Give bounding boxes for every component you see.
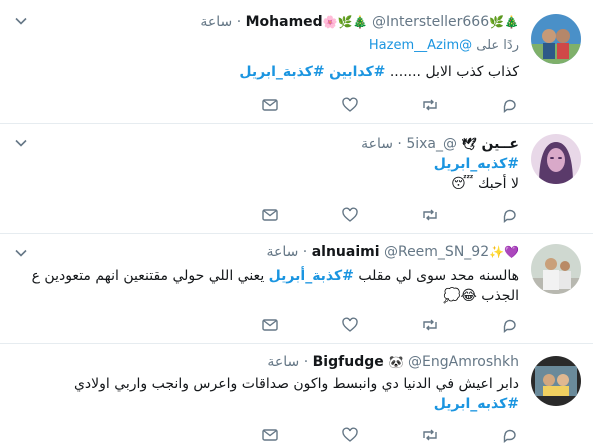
display-name-text: alnuaimi xyxy=(311,244,380,260)
chevron-down-icon[interactable] xyxy=(14,136,28,150)
separator: · xyxy=(303,354,309,370)
like-icon[interactable] xyxy=(341,96,359,114)
tweet-feed: 🎄🌿 Mohamed🌸🌿🎄 @Intersteller666 · ساعة ردً… xyxy=(0,0,593,445)
user-handle[interactable]: @Reem_SN_92 xyxy=(384,244,489,260)
tweet[interactable]: 🎄🌿 Mohamed🌸🌿🎄 @Intersteller666 · ساعة ردً… xyxy=(0,0,593,124)
name-emoji: 🎄🌿 xyxy=(489,15,519,29)
separator: · xyxy=(236,14,242,30)
avatar[interactable] xyxy=(531,14,581,64)
hashtag-link[interactable]: #كدابين xyxy=(329,64,385,80)
reply-label: ردًا على xyxy=(476,38,519,53)
hashtag-link[interactable]: #كذبه_ابريل xyxy=(434,396,519,412)
tweet-text: كذاب كذب الابل ....... #كدابين #كذبة_ابر… xyxy=(239,62,519,82)
avatar-image xyxy=(531,134,581,184)
timestamp[interactable]: ساعة xyxy=(266,244,298,260)
tweet-header: 🎄🌿 Mohamed🌸🌿🎄 @Intersteller666 · ساعة xyxy=(200,12,519,32)
tweet-actions xyxy=(259,96,519,116)
tweet-actions xyxy=(259,426,519,445)
tweet[interactable]: 💜✨ alnuaimi @Reem_SN_92 · ساعة هالسنه محد… xyxy=(0,234,593,344)
reply-icon[interactable] xyxy=(501,96,519,114)
separator: · xyxy=(302,244,308,260)
separator: · xyxy=(397,136,402,152)
avatar[interactable] xyxy=(531,244,581,294)
name-emoji: 🐼 xyxy=(388,355,404,369)
tweet[interactable]: Bigfudge 🐼 @EngAmroshkh · ساعة دابر اعيش… xyxy=(0,344,593,445)
tweet-header: 💜✨ alnuaimi @Reem_SN_92 · ساعة xyxy=(266,242,519,262)
tweet-header: عــين 🕊 @_5ixa · ساعة xyxy=(361,134,519,154)
display-name-text: Bigfudge xyxy=(312,354,384,370)
reply-icon[interactable] xyxy=(501,426,519,444)
like-icon[interactable] xyxy=(341,316,359,334)
tweet-text: دابر اعيش في الدنيا دي وانبسط واكون صداق… xyxy=(74,374,519,414)
name-emoji: 🌸🌿🎄 xyxy=(322,15,368,29)
name-emoji: 💜✨ xyxy=(489,245,519,259)
user-handle[interactable]: @EngAmroshkh xyxy=(408,354,519,370)
retweet-icon[interactable] xyxy=(421,316,439,334)
display-name-text: عــين xyxy=(481,136,519,152)
avatar[interactable] xyxy=(531,356,581,406)
name-emoji: 🕊 xyxy=(461,137,477,151)
timestamp[interactable]: ساعة xyxy=(267,354,299,370)
message-icon[interactable] xyxy=(261,426,279,444)
message-icon[interactable] xyxy=(261,316,279,334)
tweet[interactable]: عــين 🕊 @_5ixa · ساعة #كذبه_ابريل لا أحب… xyxy=(0,124,593,234)
reply-handle-link[interactable]: @Hazem__Azim xyxy=(369,38,472,53)
display-name[interactable]: عــين 🕊 xyxy=(461,136,519,152)
avatar[interactable] xyxy=(531,134,581,184)
tweet-text-plain: دابر اعيش في الدنيا دي وانبسط واكون صداق… xyxy=(73,376,519,392)
tweet-actions xyxy=(259,206,519,226)
tweet-actions xyxy=(259,316,519,336)
like-icon[interactable] xyxy=(341,426,359,444)
reply-icon[interactable] xyxy=(501,316,519,334)
user-handle[interactable]: @Intersteller666 xyxy=(372,14,489,30)
emoji: 😂💭 xyxy=(443,288,477,304)
avatar-image xyxy=(531,356,581,406)
message-icon[interactable] xyxy=(261,96,279,114)
tweet-header: Bigfudge 🐼 @EngAmroshkh · ساعة xyxy=(267,352,519,372)
chevron-down-icon[interactable] xyxy=(14,246,28,260)
avatar-image xyxy=(531,244,581,294)
display-name-text: Mohamed xyxy=(245,14,323,30)
timestamp[interactable]: ساعة xyxy=(361,136,393,152)
hashtag-link[interactable]: #كذبه_ابريل xyxy=(434,156,519,172)
reply-icon[interactable] xyxy=(501,206,519,224)
tweet-text-plain: لا أحبك xyxy=(477,176,519,192)
retweet-icon[interactable] xyxy=(421,96,439,114)
chevron-down-icon[interactable] xyxy=(14,14,28,28)
tweet-text-plain: هالسنه محد سوى لي مقلب xyxy=(353,268,519,284)
emoji: 😴 xyxy=(451,176,474,192)
message-icon[interactable] xyxy=(261,206,279,224)
retweet-icon[interactable] xyxy=(421,426,439,444)
display-name[interactable]: Bigfudge 🐼 xyxy=(313,354,404,370)
hashtag-link[interactable]: #كذبة_أبريل xyxy=(269,268,354,284)
avatar-image xyxy=(531,14,581,64)
reply-to-line: ردًا على @Hazem__Azim xyxy=(369,38,519,53)
hashtag-link[interactable]: #كذبة_ابريل xyxy=(239,64,324,80)
user-handle[interactable]: @_5ixa xyxy=(406,136,457,152)
tweet-text: هالسنه محد سوى لي مقلب #كذبة_أبريل يعني … xyxy=(19,266,519,306)
retweet-icon[interactable] xyxy=(421,206,439,224)
tweet-text: #كذبه_ابريل لا أحبك 😴 xyxy=(434,154,519,194)
tweet-text-plain: كذاب كذب الابل ....... xyxy=(385,64,519,80)
timestamp[interactable]: ساعة xyxy=(200,14,232,30)
like-icon[interactable] xyxy=(341,206,359,224)
